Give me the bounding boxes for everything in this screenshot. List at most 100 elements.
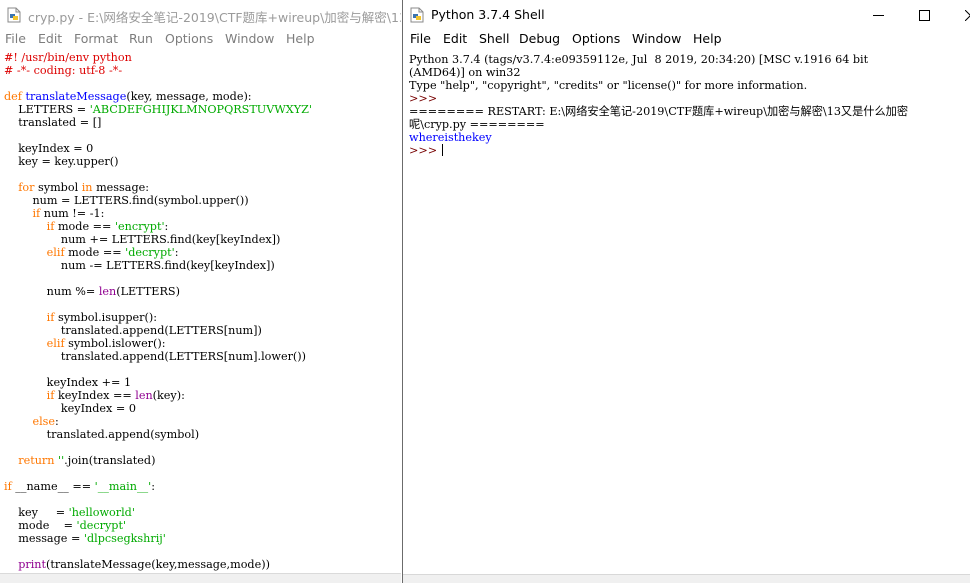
- editor-code-token: mode =: [4, 519, 77, 532]
- editor-menu-window[interactable]: Window: [225, 31, 274, 46]
- shell-code-line: (AMD64)] on win32: [409, 66, 520, 79]
- editor-horizontal-scrollbar[interactable]: [0, 573, 401, 583]
- shell-code-line: ======== RESTART: E:\网络安全笔记-2019\CTF题库+w…: [409, 105, 908, 118]
- editor-code-token: return: [4, 454, 59, 467]
- editor-code-token: 'encrypt': [114, 220, 165, 233]
- python-shell-icon: [410, 7, 424, 23]
- shell-code-token: Python 3.7.4 (tags/v3.7.4:e09359112e, Ju…: [409, 53, 869, 66]
- editor-code-token: translated.append(LETTERS[num]): [4, 324, 262, 337]
- shell-titlebar[interactable]: Python 3.7.4 Shell: [403, 0, 970, 30]
- editor-code-line: if __name__ == '__main__':: [4, 480, 155, 493]
- editor-code-line: LETTERS = 'ABCDEFGHIJKLMNOPQRSTUVWXYZ': [4, 103, 312, 116]
- editor-code-token: key =: [4, 506, 69, 519]
- editor-code-token: num -= LETTERS.find(key[keyIndex]): [4, 259, 275, 272]
- editor-code-line: num = LETTERS.find(symbol.upper()): [4, 194, 249, 207]
- editor-code-token: symbol.isupper():: [57, 311, 157, 324]
- editor-code-token: def: [4, 90, 26, 103]
- editor-code-token: num %=: [4, 285, 99, 298]
- shell-title: Python 3.7.4 Shell: [431, 7, 545, 22]
- editor-code-token: else: [4, 415, 56, 428]
- editor-code-token: 'decrypt': [76, 519, 127, 532]
- shell-code-token: >>>: [409, 92, 441, 105]
- editor-code-token: for: [4, 181, 39, 194]
- editor-code-line: if symbol.isupper():: [4, 311, 157, 324]
- editor-menu-help[interactable]: Help: [286, 31, 315, 46]
- editor-code-token: if: [4, 311, 58, 324]
- editor-code-token: len: [135, 389, 153, 402]
- editor-code-line: key = 'helloworld': [4, 506, 135, 519]
- editor-code-token: message:: [96, 181, 149, 194]
- editor-code-line: if keyIndex == len(key):: [4, 389, 185, 402]
- editor-code-token: :: [151, 480, 155, 493]
- editor-code-token: num += LETTERS.find(key[keyIndex]): [4, 233, 281, 246]
- editor-code-line: print(translateMessage(key,message,mode)…: [4, 558, 270, 571]
- editor-code-token: print: [4, 558, 47, 571]
- maximize-icon: [918, 9, 930, 21]
- editor-code-token: mode ==: [57, 220, 115, 233]
- editor-code-line: #! /usr/bin/env python: [4, 51, 132, 64]
- editor-code-line: else:: [4, 415, 59, 428]
- editor-code-line: translated.append(LETTERS[num].lower()): [4, 350, 306, 363]
- minimize-icon: [872, 14, 884, 16]
- editor-titlebar[interactable]: cryp.py - E:\网络安全笔记-2019\CTF题库+wireup\加密…: [0, 0, 401, 30]
- editor-code-token: (key):: [152, 389, 185, 402]
- maximize-button[interactable]: [901, 0, 947, 30]
- editor-code-line: message = 'dlpcsegkshrij': [4, 532, 166, 545]
- editor-code-token: if: [4, 480, 16, 493]
- shell-menu-debug[interactable]: Debug: [519, 31, 560, 46]
- editor-code-token: translateMessage: [25, 90, 127, 103]
- editor-code-token: keyIndex = 0: [4, 142, 94, 155]
- shell-code-line: Python 3.7.4 (tags/v3.7.4:e09359112e, Ju…: [409, 53, 868, 66]
- editor-menu-file[interactable]: File: [5, 31, 26, 46]
- shell-menu-shell[interactable]: Shell: [479, 31, 510, 46]
- editor-code-token: num != -1:: [43, 207, 105, 220]
- editor-code-token: 'helloworld': [68, 506, 135, 519]
- editor-code-token: num = LETTERS.find(symbol.upper()): [4, 194, 249, 207]
- minimize-button[interactable]: [855, 0, 901, 30]
- editor-code-token: if: [4, 220, 58, 233]
- editor-code-token: in: [81, 181, 97, 194]
- editor-code-token: elif: [4, 337, 69, 350]
- editor-code-line: def translateMessage(key, message, mode)…: [4, 90, 252, 103]
- python-file-icon: [7, 7, 21, 23]
- editor-code-line: translated.append(LETTERS[num]): [4, 324, 262, 337]
- editor-code-token: translated = []: [4, 116, 102, 129]
- editor-window: cryp.py - E:\网络安全笔记-2019\CTF题库+wireup\加密…: [0, 0, 401, 583]
- editor-code-line: num %= len(LETTERS): [4, 285, 180, 298]
- editor-menu-format[interactable]: Format: [74, 31, 118, 46]
- shell-menu-help[interactable]: Help: [693, 31, 722, 46]
- editor-code-token: mode ==: [68, 246, 126, 259]
- editor-code-token: if: [4, 207, 44, 220]
- shell-output-area[interactable]: Python 3.7.4 (tags/v3.7.4:e09359112e, Ju…: [409, 53, 908, 157]
- shell-code-token: 呢\cryp.py ========: [409, 118, 545, 131]
- editor-code-token: :: [174, 246, 179, 259]
- editor-code-line: for symbol in message:: [4, 181, 149, 194]
- editor-code-token: :: [55, 415, 59, 428]
- editor-code-line: keyIndex += 1: [4, 376, 131, 389]
- editor-code-token: if: [4, 389, 58, 402]
- shell-code-line: 呢\cryp.py ========: [409, 118, 545, 131]
- shell-menu-file[interactable]: File: [410, 31, 431, 46]
- editor-code-token: (translateMessage(key,message,mode)): [46, 558, 270, 571]
- editor-menu-run[interactable]: Run: [129, 31, 153, 46]
- editor-code-token: elif: [4, 246, 69, 259]
- shell-code-token: Type "help", "copyright", "credits" or "…: [409, 79, 808, 92]
- editor-code-token: LETTERS =: [4, 103, 90, 116]
- editor-code-token: (key, message, mode):: [126, 90, 252, 103]
- shell-menu-options[interactable]: Options: [572, 31, 620, 46]
- shell-code-token: ======== RESTART: E:\网络安全笔记-2019\CTF题库+w…: [409, 105, 909, 118]
- editor-code-area[interactable]: #! /usr/bin/env python # -*- coding: utf…: [4, 51, 312, 571]
- editor-menu-edit[interactable]: Edit: [38, 31, 62, 46]
- editor-code-line: num -= LETTERS.find(key[keyIndex]): [4, 259, 275, 272]
- editor-code-line: return ''.join(translated): [4, 454, 155, 467]
- close-button[interactable]: [947, 0, 970, 30]
- editor-code-token: message =: [4, 532, 84, 545]
- shell-code-line: >>>: [409, 144, 443, 157]
- editor-menu-options[interactable]: Options: [165, 31, 213, 46]
- close-icon: [964, 9, 970, 21]
- editor-code-token: '__main__': [94, 480, 152, 493]
- shell-menu-window[interactable]: Window: [632, 31, 681, 46]
- shell-menu-edit[interactable]: Edit: [443, 31, 467, 46]
- shell-status-bar: [403, 574, 970, 583]
- editor-code-line: # -*- coding: utf-8 -*-: [4, 64, 122, 77]
